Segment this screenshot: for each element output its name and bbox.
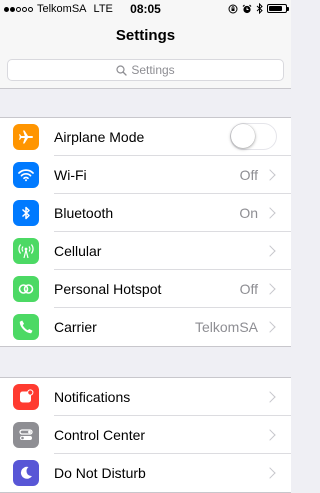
section-spacer bbox=[0, 347, 291, 377]
control-center-icon bbox=[13, 422, 39, 448]
moon-icon bbox=[13, 460, 39, 486]
row-content: Airplane Mode bbox=[54, 118, 291, 156]
settings-row-do-not-disturb[interactable]: Do Not Disturb bbox=[0, 454, 291, 492]
bluetooth-icon bbox=[13, 200, 39, 226]
search-input[interactable]: Settings bbox=[7, 59, 284, 81]
connectivity-settings-group: Airplane Mode Wi-Fi Off Bluetooth On Cellular… bbox=[0, 117, 291, 347]
row-label: Control Center bbox=[54, 426, 146, 443]
settings-row-carrier[interactable]: Carrier TelkomSA bbox=[0, 308, 291, 346]
row-content: Cellular bbox=[54, 232, 291, 270]
settings-row-airplane-mode[interactable]: Airplane Mode bbox=[0, 118, 291, 156]
alarm-icon bbox=[242, 4, 252, 13]
chevron-right-icon bbox=[264, 390, 276, 403]
row-label: Do Not Disturb bbox=[54, 465, 146, 481]
phone-icon bbox=[13, 314, 39, 340]
chevron-right-icon bbox=[264, 244, 276, 257]
lock-rotation-icon bbox=[228, 4, 238, 13]
row-label: Notifications bbox=[54, 388, 131, 405]
search-icon bbox=[116, 64, 127, 76]
chevron-right-icon bbox=[264, 168, 276, 181]
battery-fill bbox=[269, 6, 283, 11]
row-content: Bluetooth On bbox=[54, 194, 291, 232]
settings-row-wifi[interactable]: Wi-Fi Off bbox=[0, 156, 291, 194]
row-value: Off bbox=[239, 280, 258, 297]
notifications-icon bbox=[13, 384, 39, 410]
chevron-right-icon bbox=[264, 467, 276, 479]
page-title: Settings bbox=[115, 27, 176, 44]
chevron-right-icon bbox=[264, 321, 276, 333]
search-bar: Settings bbox=[0, 54, 291, 89]
settings-row-notifications[interactable]: Notifications bbox=[0, 378, 291, 416]
settings-row-control-center[interactable]: Control Center bbox=[0, 416, 291, 454]
row-value: On bbox=[239, 204, 258, 221]
row-content: Control Center bbox=[54, 416, 291, 454]
settings-row-personal-hotspot[interactable]: Personal Hotspot Off bbox=[0, 270, 291, 308]
status-bar-right bbox=[228, 3, 289, 14]
navigation-bar: Settings bbox=[0, 18, 291, 54]
chevron-right-icon bbox=[264, 282, 276, 295]
chevron-right-icon bbox=[264, 206, 276, 219]
hotspot-icon bbox=[13, 276, 39, 302]
toggle-knob bbox=[231, 124, 255, 148]
section-spacer bbox=[0, 89, 291, 117]
row-content: Personal Hotspot Off bbox=[54, 270, 291, 308]
cellular-antenna-icon bbox=[13, 238, 39, 264]
status-bar: TelkomSA LTE 08:05 bbox=[0, 0, 291, 18]
settings-row-cellular[interactable]: Cellular bbox=[0, 232, 291, 270]
row-content: Do Not Disturb bbox=[54, 454, 291, 492]
system-settings-group: Notifications Control Center Do Not Distur… bbox=[0, 377, 291, 493]
row-label: Wi-Fi bbox=[54, 166, 87, 183]
row-content: Wi-Fi Off bbox=[54, 156, 291, 194]
chevron-right-icon bbox=[264, 428, 276, 441]
row-label: Airplane Mode bbox=[54, 128, 145, 145]
row-value: TelkomSA bbox=[194, 319, 258, 335]
airplane-icon bbox=[13, 124, 39, 150]
row-label: Cellular bbox=[54, 242, 102, 259]
bluetooth-icon bbox=[256, 3, 263, 14]
settings-row-bluetooth[interactable]: Bluetooth On bbox=[0, 194, 291, 232]
row-label: Carrier bbox=[54, 319, 97, 335]
row-content: Notifications bbox=[54, 378, 291, 416]
row-content: Carrier TelkomSA bbox=[54, 308, 291, 346]
airplane-mode-toggle[interactable] bbox=[230, 123, 277, 150]
wifi-icon bbox=[13, 162, 39, 188]
row-value: Off bbox=[239, 166, 258, 183]
battery-icon bbox=[267, 4, 289, 13]
search-placeholder: Settings bbox=[131, 63, 175, 77]
row-label: Bluetooth bbox=[54, 204, 114, 221]
row-label: Personal Hotspot bbox=[54, 280, 162, 297]
